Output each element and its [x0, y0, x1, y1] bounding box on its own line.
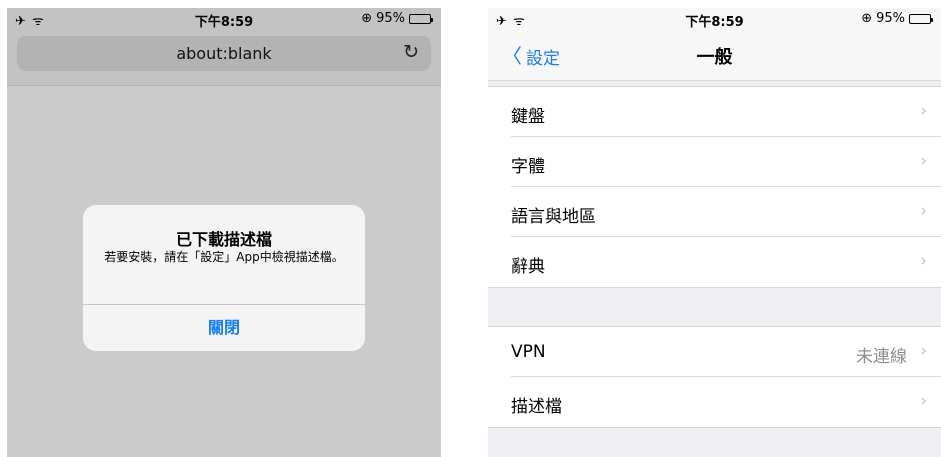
settings-group-1: 鍵盤 › 字體 › 語言與地區 › 辭典 ›	[488, 86, 941, 288]
chevron-right-icon: ›	[920, 201, 927, 221]
settings-row-keyboard[interactable]: 鍵盤 ›	[488, 87, 941, 137]
alert-message: 若要安裝，請在「設定」App中檢視描述檔。	[104, 250, 344, 264]
safari-screen: ✈ ᯤ 下午8:59 ⊕ 95% about:blank ↻ 已下載描述檔 若要…	[7, 8, 441, 457]
row-label: 鍵盤	[511, 107, 545, 127]
page-title: 一般	[696, 47, 733, 68]
rotation-lock-icon: ⊕	[361, 11, 373, 26]
reload-icon[interactable]: ↻	[403, 41, 419, 63]
settings-row-language-region[interactable]: 語言與地區 ›	[488, 187, 941, 237]
address-bar[interactable]: about:blank ↻	[17, 36, 431, 71]
settings-screen: ✈ ᯤ 下午8:59 ⊕ 95% 〈 設定 一般 鍵盤 › 字體 › 語言與地區…	[488, 8, 941, 457]
status-bar: ✈ ᯤ 下午8:59 ⊕ 95%	[7, 8, 441, 30]
vpn-status-value: 未連線	[856, 347, 907, 367]
profile-downloaded-alert: 已下載描述檔 若要安裝，請在「設定」App中檢視描述檔。 關閉	[83, 205, 365, 351]
close-button[interactable]: 關閉	[83, 305, 365, 351]
address-text: about:blank	[176, 44, 272, 63]
row-label: 描述檔	[511, 397, 562, 417]
battery-group: ⊕ 95%	[861, 11, 933, 26]
battery-icon	[409, 13, 433, 24]
nav-bar: 〈 設定 一般	[488, 30, 941, 81]
battery-group: ⊕ 95%	[361, 11, 433, 26]
safari-toolbar: about:blank ↻	[7, 30, 441, 86]
row-label: VPN	[511, 342, 546, 362]
battery-percent: 95%	[876, 11, 905, 26]
settings-row-profile[interactable]: 描述檔 ›	[488, 377, 941, 427]
settings-group-2: VPN 未連線 › 描述檔 ›	[488, 326, 941, 428]
rotation-lock-icon: ⊕	[861, 11, 873, 26]
chevron-right-icon: ›	[920, 101, 927, 121]
settings-row-vpn[interactable]: VPN 未連線 ›	[488, 327, 941, 377]
chevron-right-icon: ›	[920, 341, 927, 361]
chevron-right-icon: ›	[920, 151, 927, 171]
row-label: 字體	[511, 157, 545, 177]
settings-row-dictionary[interactable]: 辭典 ›	[488, 237, 941, 287]
row-label: 辭典	[511, 257, 545, 277]
chevron-right-icon: ›	[920, 251, 927, 271]
battery-percent: 95%	[376, 11, 405, 26]
settings-row-fonts[interactable]: 字體 ›	[488, 137, 941, 187]
battery-icon	[909, 13, 933, 24]
alert-title: 已下載描述檔	[175, 230, 272, 249]
status-bar: ✈ ᯤ 下午8:59 ⊕ 95%	[488, 8, 941, 30]
chevron-right-icon: ›	[920, 391, 927, 411]
row-label: 語言與地區	[511, 207, 596, 227]
